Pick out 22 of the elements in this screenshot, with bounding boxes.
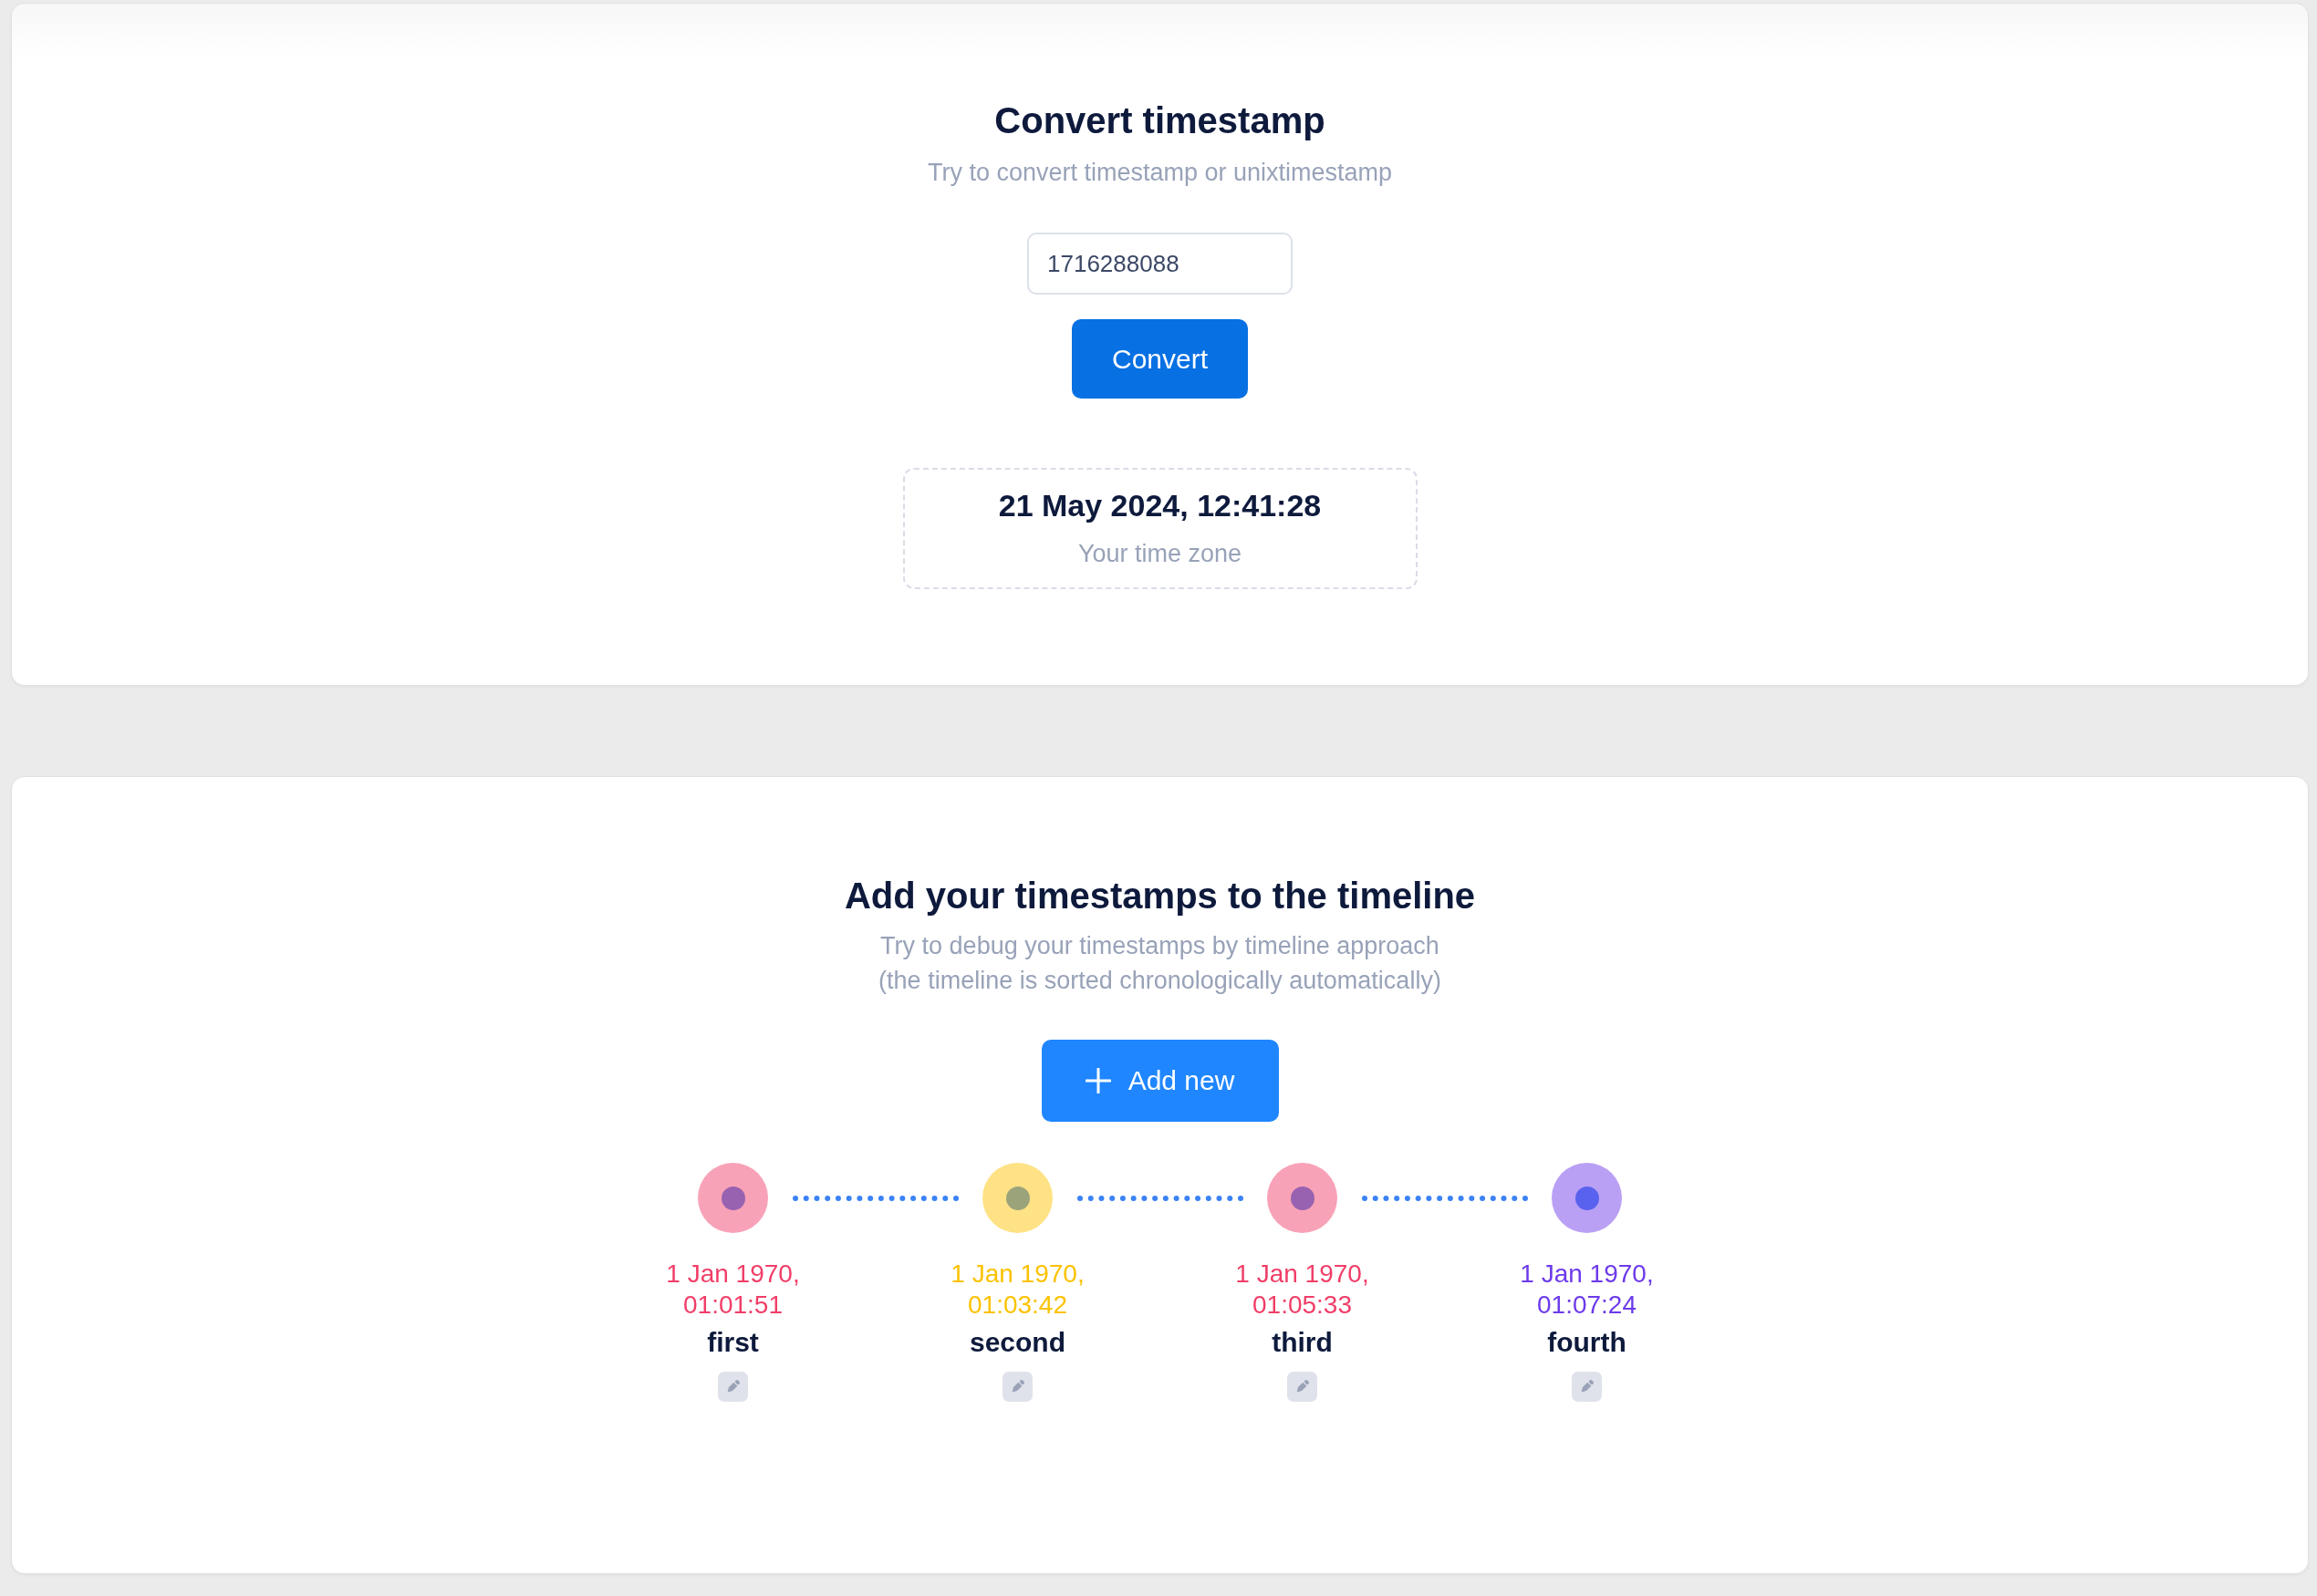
edit-button[interactable] [1287,1372,1317,1402]
edit-button[interactable] [718,1372,748,1402]
timestamp-name: third [1272,1326,1333,1359]
section-title: Convert timestamp [994,99,1325,142]
converted-datetime: 21 May 2024, 12:41:28 [998,487,1322,523]
edit-button[interactable] [1572,1372,1602,1402]
timestamp-date: 1 Jan 1970, 01:03:42 [950,1259,1086,1321]
plus-icon [1085,1068,1111,1093]
section-title: Add your timestamps to the timeline [844,875,1476,917]
section-subtitle: Try to debug your timestamps by timeline approach (the timeline is sorted chronologically automatically) [878,931,1441,996]
add-new-button[interactable]: Add new [1041,1040,1279,1122]
timestamp-name: fourth [1547,1326,1626,1359]
convert-button[interactable]: Convert [1072,319,1248,399]
timestamp-date: 1 Jan 1970, 01:01:51 [665,1259,801,1321]
timestamp-input[interactable]: 1716288088 [1027,233,1293,295]
section-subtitle: Try to convert timestamp or unixtimestamp [927,158,1393,187]
edit-button[interactable] [1003,1372,1033,1402]
timestamp-date: 1 Jan 1970, 01:05:33 [1234,1259,1370,1321]
timestamp-date: 1 Jan 1970, 01:07:24 [1519,1259,1655,1321]
timestamp-name: second [970,1326,1065,1359]
timezone-caption: Your time zone [1077,539,1242,568]
timestamp-name: first [707,1326,759,1359]
